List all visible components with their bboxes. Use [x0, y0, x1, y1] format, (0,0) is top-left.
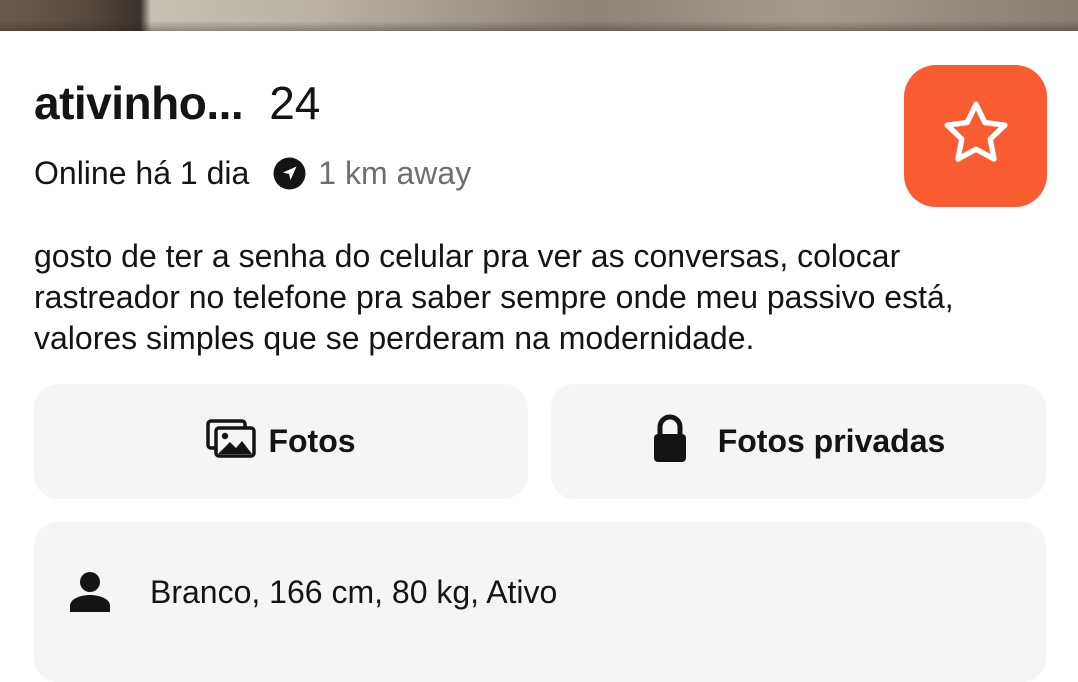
profile-bio: gosto de ter a senha do celular pra ver … — [34, 238, 954, 356]
lock-icon — [652, 413, 688, 471]
name-age-row: ativinho... 24 — [34, 76, 320, 130]
profile-photo[interactable] — [0, 0, 1078, 31]
star-outline-icon — [938, 96, 1014, 177]
photos-label: Fotos — [268, 423, 356, 459]
distance: 1 km away — [318, 155, 472, 191]
details-card: Branco, 166 cm, 80 kg, Ativo — [34, 522, 1046, 682]
person-icon — [68, 570, 112, 614]
photo-gallery-icon — [206, 418, 257, 466]
display-name: ativinho... — [34, 77, 244, 129]
private-photos-label: Fotos privadas — [717, 423, 946, 459]
private-photos-button[interactable]: Fotos privadas — [551, 384, 1046, 499]
favorite-button[interactable] — [904, 65, 1047, 207]
navigation-arrow-icon — [273, 157, 306, 190]
status-row: Online há 1 dia 1 km away — [34, 155, 471, 192]
details-row: Branco, 166 cm, 80 kg, Ativo — [68, 570, 557, 614]
details-text: Branco, 166 cm, 80 kg, Ativo — [150, 573, 558, 610]
age: 24 — [269, 77, 321, 129]
photos-button[interactable]: Fotos — [34, 384, 528, 499]
online-status: Online há 1 dia — [34, 155, 250, 191]
